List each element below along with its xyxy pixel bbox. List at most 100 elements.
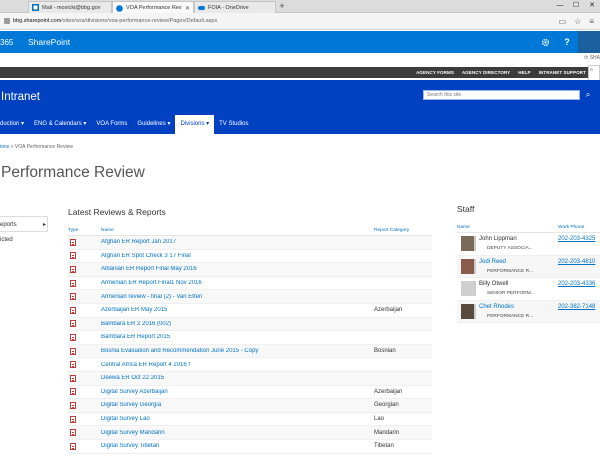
tab-foia-onedrive[interactable]: FOIA - OneDrive [194, 1, 276, 13]
nav-item-divisions[interactable]: Divisions ▾ [175, 115, 215, 134]
quick-launch-item-reports[interactable]: eports [0, 216, 48, 233]
table-row[interactable]: Digital Survey Tibetan Tibetan [68, 440, 432, 454]
breadcrumb-parent-link[interactable]: ions [0, 144, 9, 150]
report-name-link[interactable]: Bambara ER Report 2015 [101, 334, 374, 340]
table-row[interactable]: Afghan ER Spot Check 3 17 Final [68, 250, 432, 264]
staff-phone-link[interactable]: 202-203-4325 [558, 236, 595, 242]
sharepoint-label[interactable]: SharePoint [28, 37, 70, 47]
close-window-button[interactable]: ✕ [584, 0, 600, 13]
table-row[interactable]: Digital Survey Georgia Georgian [68, 399, 432, 413]
nav-item-voa-forms[interactable]: VOA Forms [91, 115, 132, 134]
nav-item-production[interactable]: duction ▾ [0, 115, 29, 134]
report-name-link[interactable]: Digital Survey Georgia [101, 402, 374, 408]
help-button[interactable]: ? [556, 31, 578, 53]
staff-row[interactable]: Billy Otwell SENIOR PERFORM... 202-203-433… [457, 278, 600, 301]
report-name-link[interactable]: Digital Survey Mandarin [101, 430, 374, 436]
tab-mail[interactable]: Mail - mosicki@bbg.gov [28, 1, 112, 13]
report-name-link[interactable]: Bambara ER 2 2016 (002) [101, 321, 374, 327]
name-column-header[interactable]: Name [101, 228, 374, 233]
nav-item-tv-studios[interactable]: TV Studios [214, 115, 253, 134]
report-name-link[interactable]: Digital Survey Lao [101, 416, 374, 422]
table-row[interactable]: Bambara ER Report 2015 [68, 331, 432, 345]
table-row[interactable]: Albanian ER Report Final May 2016 [68, 263, 432, 277]
reading-view-icon[interactable]: ▭ [559, 17, 567, 26]
report-name-link[interactable]: Afghan ER Report Jan 2017 [101, 239, 374, 245]
table-row[interactable]: Afghan ER Report Jan 2017 [68, 236, 432, 250]
table-row[interactable]: Bambara ER 2 2016 (002) [68, 317, 432, 332]
share-button[interactable]: ⟳ SHA [584, 55, 600, 61]
reports-webpart: Latest Reviews & Reports Type Name Repor… [68, 207, 432, 454]
table-row[interactable]: Digital Survey Mandarin Mandarin [68, 426, 432, 440]
agency-forms-link[interactable]: AGENCY FORMS [416, 70, 454, 75]
staff-table-header: Name Work Phone [457, 223, 600, 233]
staff-name[interactable]: Billy Otwell [479, 281, 508, 287]
office365-label[interactable]: 365 [0, 38, 16, 47]
nav-item-guidelines[interactable]: Guidelines ▾ [132, 115, 175, 134]
language-selector[interactable]: Ð [588, 65, 600, 81]
staff-row[interactable]: Jodi Reed PERFORMANCE R... 202-203-4810 [457, 255, 600, 278]
table-row[interactable]: Central Africa ER Report 4 2016 f [68, 358, 432, 372]
settings-button[interactable] [534, 31, 556, 53]
search-input[interactable]: Search this site [423, 90, 580, 100]
table-row[interactable]: Digital Survey Azerbaijan Azerbaijan [68, 386, 432, 400]
hub-icon[interactable]: ≡ [589, 17, 594, 26]
report-category: Bosnian [374, 348, 396, 355]
report-name-link[interactable]: Armenian review - final (2) - Van Etten [101, 294, 374, 300]
staff-phone-link[interactable]: 202-382-7148 [558, 304, 595, 310]
report-name-link[interactable]: Albanian ER Report Final May 2016 [101, 266, 374, 272]
user-avatar[interactable] [578, 31, 600, 53]
staff-phone-link[interactable]: 202-203-4810 [558, 259, 595, 265]
document-icon [70, 361, 76, 369]
table-row[interactable]: Armenian review - final (2) - Van Etten [68, 290, 432, 304]
report-name-link[interactable]: Bosnia Evaluation and Recommendation Jun… [101, 348, 374, 354]
table-row[interactable]: Armenian ER Report Final1 Nov 2016 [68, 277, 432, 291]
table-row[interactable]: Digital Survey Lao Lao [68, 413, 432, 427]
staff-name[interactable]: Jodi Reed [479, 259, 506, 265]
table-row[interactable]: Bosnia Evaluation and Recommendation Jun… [68, 344, 432, 359]
new-tab-button[interactable]: + [276, 1, 288, 12]
staff-phone-link[interactable]: 202-203-4336 [558, 281, 595, 287]
minimize-button[interactable]: — [552, 0, 568, 13]
site-header: Intranet Search this site ⌕ duction ▾ EN… [0, 80, 600, 134]
maximize-button[interactable]: ☐ [568, 0, 584, 13]
address-bar-actions: ▭ ☆ ≡ [559, 17, 594, 26]
report-name-link[interactable]: Azerbaijan ER May 2015 [101, 307, 374, 313]
type-cell [68, 252, 101, 260]
staff-name-column-header[interactable]: Name [457, 225, 558, 230]
type-cell [68, 415, 101, 423]
document-icon [70, 306, 76, 314]
quick-launch-item-restricted[interactable]: icted [0, 232, 48, 248]
table-row[interactable]: Azerbaijan ER May 2015 Azerbaijan [68, 304, 432, 318]
global-links: AGENCY FORMS AGENCY DIRECTORY HELP INTRA… [416, 67, 586, 78]
type-cell [68, 279, 101, 287]
staff-row[interactable]: Chet Rhodes PERFORMANCE R... 202-382-7148 [457, 300, 600, 323]
report-category: Lao [374, 416, 385, 423]
report-name-link[interactable]: Digital Survey Tibetan [101, 443, 374, 449]
site-title[interactable]: Intranet [1, 91, 40, 103]
help-link[interactable]: HELP [518, 70, 530, 75]
category-column-header[interactable]: Report Category [374, 228, 432, 233]
address-bar[interactable]: bbg.sharepoint.com/sites/voa/divisions/v… [0, 13, 600, 30]
search-icon[interactable]: ⌕ [583, 90, 593, 100]
report-category: Tibetan [374, 443, 394, 450]
staff-row[interactable]: John Lippman DEPUTY ASSOCIA... 202-203-432… [457, 233, 600, 256]
url-text[interactable]: bbg.sharepoint.com/sites/voa/divisions/v… [13, 18, 559, 24]
nav-item-eng-calendars[interactable]: ENG & Calendars ▾ [29, 115, 91, 134]
close-icon[interactable]: ✕ [185, 5, 190, 12]
report-name-link[interactable]: Digital Survey Azerbaijan [101, 389, 374, 395]
staff-name[interactable]: John Lippman [479, 236, 517, 242]
report-name-link[interactable]: Central Africa ER Report 4 2016 f [101, 362, 374, 368]
report-name-link[interactable]: Armenian ER Report Final1 Nov 2016 [101, 280, 374, 286]
report-name-link[interactable]: Afghan ER Spot Check 3 17 Final [101, 253, 374, 259]
type-cell [68, 265, 101, 273]
staff-name[interactable]: Chet Rhodes [479, 304, 514, 310]
breadcrumb-current: VOA Performance Review [14, 144, 73, 150]
agency-directory-link[interactable]: AGENCY DIRECTORY [462, 70, 510, 75]
intranet-support-link[interactable]: INTRANET SUPPORT [539, 70, 586, 75]
favorites-star-icon[interactable]: ☆ [574, 17, 581, 26]
staff-phone-column-header[interactable]: Work Phone [558, 225, 584, 230]
table-row[interactable]: Deewa ER Oct 22 2015 [68, 371, 432, 386]
report-name-link[interactable]: Deewa ER Oct 22 2015 [101, 375, 374, 381]
share-row: ⟳ SHA [0, 53, 600, 65]
type-column-header[interactable]: Type [68, 228, 101, 233]
